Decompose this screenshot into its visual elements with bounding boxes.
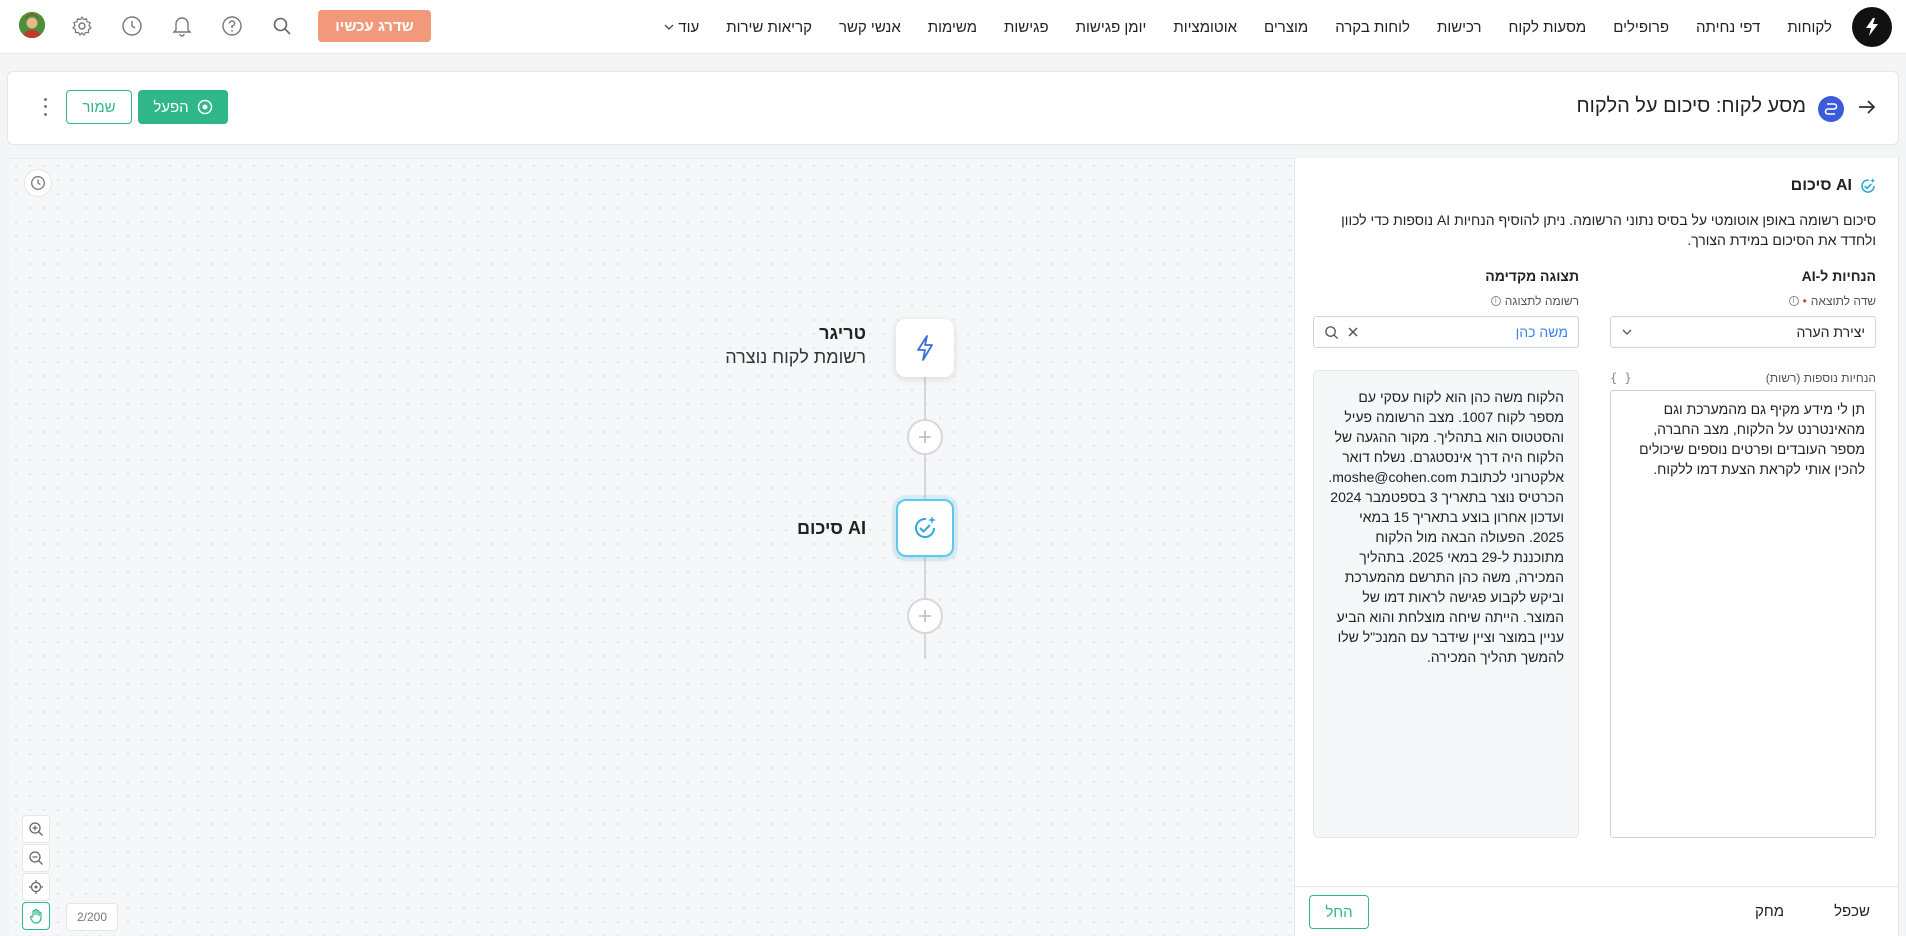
preview-record-label-text: רשומה לתצוגה [1504, 294, 1579, 308]
search-icon[interactable] [269, 13, 295, 39]
clock-icon[interactable] [119, 13, 145, 39]
lightning-icon [917, 335, 933, 361]
ai-summary-panel: AI סיכום סיכום רשומה באופן אוטומטי על בס… [1294, 158, 1899, 936]
nav-item-landing-pages[interactable]: דפי נחיתה [1696, 19, 1760, 36]
zoom-out-icon[interactable] [22, 844, 50, 872]
duplicate-button[interactable]: שכפל [1834, 903, 1870, 920]
nav-item-customer-journeys[interactable]: מסעות לקוח [1509, 19, 1587, 36]
panel-title-label: AI סיכום [1790, 177, 1852, 194]
add-step-button[interactable] [907, 598, 943, 634]
journey-icon [1818, 96, 1844, 122]
result-field-label-text: שדה לתוצאה [1810, 294, 1876, 308]
ai-sparkle-icon [1861, 178, 1876, 193]
gear-icon[interactable] [69, 13, 95, 39]
fit-view-icon[interactable] [22, 873, 50, 901]
required-dot: • [1802, 294, 1807, 308]
preview-record-value: משה כהן [1515, 324, 1568, 340]
apply-button[interactable]: החל [1309, 895, 1369, 929]
nav-item-profiles[interactable]: פרופילים [1613, 19, 1669, 36]
nav-item-meeting-calendar[interactable]: יומן פגישות [1076, 19, 1147, 36]
nav-more-menu[interactable]: עוד [664, 19, 699, 36]
optional-instructions-label-text: הנחיות נוספות (רשות) [1765, 371, 1876, 385]
ai-instructions-textarea[interactable]: תן לי מידע מקיף גם מהמערכת וגם מהאינטרנט… [1610, 390, 1876, 838]
preview-heading: תצוגה מקדימה [1485, 268, 1579, 284]
delete-button[interactable]: מחק [1755, 903, 1784, 920]
back-arrow-icon[interactable] [1854, 94, 1880, 120]
nav-item-products[interactable]: מוצרים [1264, 19, 1308, 36]
flow-canvas[interactable]: טריגר רשומת לקוח נוצרה AI סיכום 2/200 [9, 158, 1296, 936]
trigger-node-title: טריגר [819, 323, 866, 343]
trigger-node[interactable] [896, 319, 954, 377]
chevron-down-icon [664, 24, 674, 30]
panel-title: AI סיכום [1791, 176, 1878, 196]
result-field-label: שדה לתוצאה • i [1788, 294, 1876, 308]
main-nav: לקוחות דפי נחיתה פרופילים מסעות לקוח רכי… [637, 0, 1832, 54]
preview-record-label: רשומה לתצוגה i [1490, 294, 1579, 308]
nav-item-automations[interactable]: אוטומציות [1173, 19, 1237, 36]
ai-node-title: AI סיכום [797, 518, 866, 538]
top-navigation-bar: לקוחות דפי נחיתה פרופילים מסעות לקוח רכי… [0, 0, 1906, 54]
variables-braces-icon[interactable]: { } [1610, 371, 1632, 385]
optional-instructions-label: הנחיות נוספות (רשות) { } [1610, 371, 1876, 385]
nav-item-dashboards[interactable]: לוחות בקרה [1335, 19, 1410, 36]
preview-summary-box: הלקוח משה כהן הוא לקוח עסקי עם מספר לקוח… [1313, 370, 1579, 838]
help-icon[interactable] [219, 13, 245, 39]
search-icon[interactable] [1324, 325, 1339, 340]
nav-item-purchases[interactable]: רכישות [1437, 19, 1482, 36]
nav-item-tasks[interactable]: משימות [928, 19, 977, 36]
clear-icon[interactable] [1347, 326, 1359, 338]
info-icon[interactable]: i [1788, 296, 1799, 306]
result-field-select[interactable]: יצירת הערה [1610, 316, 1876, 348]
plus-icon [919, 610, 931, 622]
panel-footer: שכפל מחק החל [1295, 886, 1898, 936]
history-icon[interactable] [24, 169, 52, 197]
preview-record-search[interactable]: משה כהן [1313, 316, 1579, 348]
node-counter: 2/200 [66, 903, 118, 931]
bell-icon[interactable] [169, 13, 195, 39]
info-icon[interactable]: i [1490, 296, 1501, 306]
trigger-node-subtitle: רשומת לקוח נוצרה [725, 347, 866, 367]
ai-summary-node[interactable] [896, 499, 954, 557]
ai-sparkle-icon [915, 516, 936, 539]
chevron-down-icon [1622, 329, 1632, 335]
save-button[interactable]: שמור [66, 90, 132, 124]
result-field-value: יצירת הערה [1796, 324, 1865, 340]
page-title: מסע לקוח: סיכום על הלקוח [1576, 95, 1806, 117]
add-step-button[interactable] [907, 419, 943, 455]
nav-more-label: עוד [678, 18, 700, 36]
zoom-in-icon[interactable] [22, 815, 50, 843]
play-circle-icon [197, 99, 212, 115]
activate-label: הפעל [153, 98, 189, 116]
upgrade-button[interactable]: שדרג עכשיו [318, 10, 431, 42]
panel-description: סיכום רשומה באופן אוטומטי על בסיס נתוני … [1341, 212, 1876, 248]
more-options-icon[interactable] [38, 96, 52, 118]
instructions-heading: הנחיות ל-AI [1801, 268, 1876, 284]
activate-button[interactable]: הפעל [138, 90, 228, 124]
plus-icon [919, 431, 931, 443]
nav-item-customers[interactable]: לקוחות [1787, 19, 1832, 36]
nav-item-contacts[interactable]: אנשי קשר [839, 19, 901, 36]
user-avatar[interactable] [19, 12, 45, 38]
journey-header: מסע לקוח: סיכום על הלקוח הפעל שמור [7, 71, 1899, 145]
hand-pan-icon[interactable] [22, 902, 50, 930]
app-logo-icon[interactable] [1852, 7, 1892, 47]
nav-item-meetings[interactable]: פגישות [1004, 19, 1049, 36]
nav-item-service-calls[interactable]: קריאות שירות [726, 19, 812, 36]
